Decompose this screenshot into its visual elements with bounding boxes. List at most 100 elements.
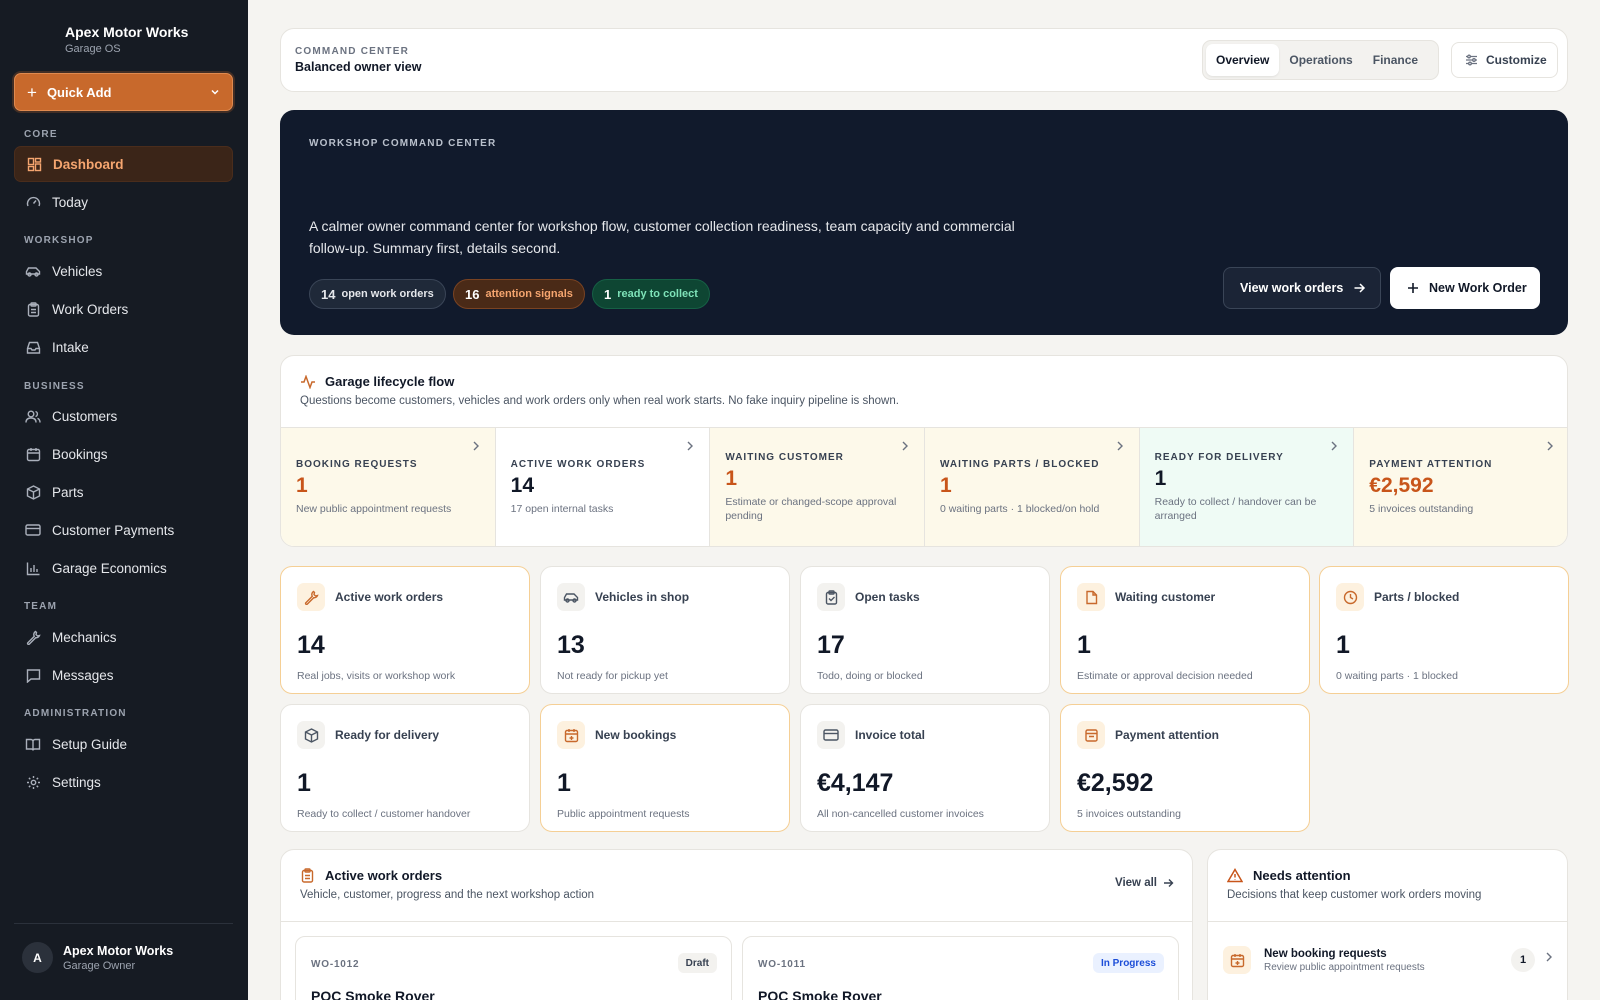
sidebar-item-garage-economics[interactable]: Garage Economics [14,550,233,586]
stage-value: 1 [1154,467,1167,490]
nav-section-core: CORE [24,129,58,140]
sidebar-item-label: Messages [52,667,114,683]
kpi-value: 1 [297,769,311,797]
stage-desc: Estimate or changed-scope approval pendi… [725,496,897,522]
sidebar-item-parts[interactable]: Parts [14,474,233,510]
arrow-right-icon [1353,282,1366,294]
kpi-new-bookings[interactable]: New bookings 1 Public appointment reques… [540,704,790,832]
tab-operations[interactable]: Operations [1279,44,1362,76]
stage-label: BOOKING REQUESTS [296,459,418,470]
sidebar-item-label: Work Orders [52,301,129,317]
nav-section-business: BUSINESS [24,381,85,392]
gauge-icon [25,194,41,210]
active-work-orders-panel: Active work orders Vehicle, customer, pr… [280,849,1193,1000]
kpi-value: €2,592 [1077,769,1154,797]
attention-item-subtitle: Review public appointment requests [1264,961,1425,973]
stage-active-work-orders[interactable]: ACTIVE WORK ORDERS 14 17 open internal t… [495,428,711,546]
kpi-value: 1 [1077,631,1091,659]
stage-desc: 5 invoices outstanding [1369,503,1474,515]
kpi-vehicles-in-shop[interactable]: Vehicles in shop 13 Not ready for pickup… [540,566,790,694]
kpi-value: 17 [817,631,845,659]
car-icon [557,583,585,611]
kpi-ready-for-delivery[interactable]: Ready for delivery 1 Ready to collect / … [280,704,530,832]
kpi-parts-blocked[interactable]: Parts / blocked 1 0 waiting parts · 1 bl… [1319,566,1569,694]
header-eyebrow: COMMAND CENTER [295,46,410,57]
kpi-desc: Todo, doing or blocked [817,670,923,682]
chevron-right-icon [1330,441,1338,451]
sidebar-item-setup-guide[interactable]: Setup Guide [14,726,233,762]
sidebar-item-vehicles[interactable]: Vehicles [14,253,233,289]
sidebar-item-label: Garage Economics [52,560,167,576]
view-all-label: View all [1115,877,1157,889]
file-icon [1077,583,1105,611]
view-all-link[interactable]: View all [1115,877,1174,889]
user-role: Garage Owner [63,959,136,972]
stage-label: PAYMENT ATTENTION [1369,459,1493,470]
wrench-icon [25,629,41,645]
status-badge: In Progress [1092,953,1164,973]
new-work-order-button[interactable]: New Work Order [1390,267,1540,309]
panel-title: Active work orders [325,868,443,883]
kpi-active-work-orders[interactable]: Active work orders 14 Real jobs, visits … [280,566,530,694]
sidebar-item-label: Settings [52,774,101,790]
quick-add-label: Quick Add [46,84,112,100]
chevron-right-icon [901,441,909,451]
stage-value: 1 [296,474,308,497]
nav-section-team: TEAM [24,601,58,612]
attention-signals-chip: 16 attention signals [453,279,585,309]
kpi-desc: Estimate or approval decision needed [1077,670,1253,682]
kpi-label: Vehicles in shop [595,590,690,604]
plus-icon [1407,282,1419,294]
warning-icon [1227,868,1243,883]
chevron-right-icon [686,441,694,451]
sidebar-item-today[interactable]: Today [14,184,233,220]
clipboard-icon [300,868,315,883]
car-icon [25,263,41,279]
kpi-payment-attention[interactable]: Payment attention €2,592 5 invoices outs… [1060,704,1310,832]
stage-label: WAITING CUSTOMER [725,452,844,463]
sidebar-item-messages[interactable]: Messages [14,657,233,693]
receipt-icon [1077,721,1105,749]
clipboard-check-icon [817,583,845,611]
user-profile[interactable]: A Apex Motor Works Garage Owner [22,942,173,973]
kpi-waiting-customer[interactable]: Waiting customer 1 Estimate or approval … [1060,566,1310,694]
sidebar-item-work-orders[interactable]: Work Orders [14,291,233,327]
work-order-card[interactable]: WO-1011 In Progress POC Smoke Rover [742,936,1179,1000]
sidebar-item-label: Today [52,194,89,210]
nav-section-workshop: WORKSHOP [24,235,94,246]
sidebar-item-label: Vehicles [52,263,103,279]
sidebar-item-intake[interactable]: Intake [14,329,233,365]
tab-finance[interactable]: Finance [1363,44,1428,76]
chevron-down-icon [210,87,220,97]
kpi-desc: Not ready for pickup yet [557,670,668,682]
kpi-open-tasks[interactable]: Open tasks 17 Todo, doing or blocked [800,566,1050,694]
users-icon [25,408,41,424]
clipboard-icon [25,301,41,317]
sidebar-item-customers[interactable]: Customers [14,398,233,434]
sidebar-item-dashboard[interactable]: Dashboard [14,146,233,182]
sidebar-divider [14,923,233,924]
kpi-invoice-total[interactable]: Invoice total €4,147 All non-cancelled c… [800,704,1050,832]
stage-waiting-customer[interactable]: WAITING CUSTOMER 1 Estimate or changed-s… [710,428,925,546]
stage-desc: 0 waiting parts · 1 blocked/on hold [939,503,1100,515]
customize-button[interactable]: Customize [1451,42,1558,78]
attention-item-new-booking-requests[interactable]: New booking requests Review public appoi… [1223,938,1554,982]
view-work-orders-button[interactable]: View work orders [1223,267,1381,309]
sidebar-item-mechanics[interactable]: Mechanics [14,619,233,655]
quick-add-button[interactable]: + Quick Add [14,73,233,111]
stage-booking-requests[interactable]: BOOKING REQUESTS 1 New public appointmen… [281,428,496,546]
sidebar-item-bookings[interactable]: Bookings [14,436,233,472]
stage-payment-attention[interactable]: PAYMENT ATTENTION €2,592 5 invoices outs… [1354,428,1567,546]
chip-label: ready to collect [617,288,698,300]
kpi-desc: Public appointment requests [557,808,690,820]
dashboard-icon [26,156,42,172]
stage-waiting-parts[interactable]: WAITING PARTS / BLOCKED 1 0 waiting part… [924,428,1140,546]
kpi-value: 14 [297,631,325,659]
sidebar-item-customer-payments[interactable]: Customer Payments [14,512,233,548]
tab-overview[interactable]: Overview [1206,44,1280,76]
stage-ready-for-delivery[interactable]: READY FOR DELIVERY 1 Ready to collect / … [1139,428,1355,546]
message-icon [25,667,41,683]
sidebar-item-settings[interactable]: Settings [14,764,233,800]
work-order-card[interactable]: WO-1012 Draft POC Smoke Rover [295,936,732,1000]
attention-item-title: New booking requests [1264,947,1387,960]
